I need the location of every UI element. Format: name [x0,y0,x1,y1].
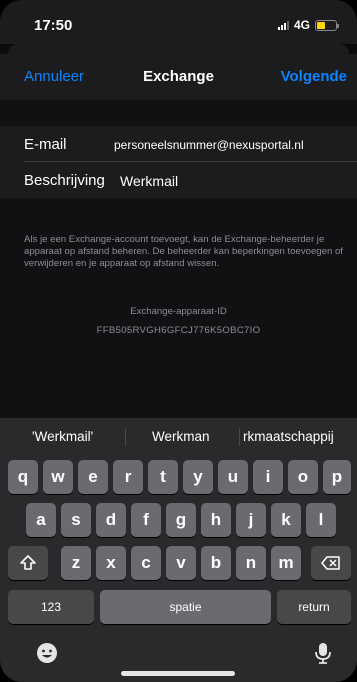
prediction-2[interactable]: Werkman [152,429,210,444]
key-b[interactable]: b [201,546,231,580]
network-label: 4G [293,18,310,32]
return-key[interactable]: return [277,590,351,624]
key-r[interactable]: r [113,460,143,494]
key-y[interactable]: y [183,460,213,494]
key-c[interactable]: c [131,546,161,580]
key-i[interactable]: i [253,460,283,494]
section-spacer [0,100,357,126]
key-w[interactable]: w [43,460,73,494]
key-p[interactable]: p [323,460,351,494]
key-u[interactable]: u [218,460,248,494]
key-g[interactable]: g [166,503,196,537]
key-x[interactable]: x [96,546,126,580]
key-o[interactable]: o [288,460,318,494]
numbers-key[interactable]: 123 [8,590,94,624]
key-z[interactable]: z [61,546,91,580]
account-form: E-mail personeelsnummer@nexusportal.nl B… [0,126,357,198]
key-j[interactable]: j [236,503,266,537]
key-f[interactable]: f [131,503,161,537]
prediction-1[interactable]: 'Werkmail' [32,429,93,444]
home-indicator[interactable] [121,671,235,676]
key-d[interactable]: d [96,503,126,537]
sheet-top-edge [8,44,349,54]
status-bar: 17:50 4G [0,0,357,44]
navigation-bar: Annuleer Exchange Volgende [0,54,357,100]
description-label: Beschrijving [24,172,105,189]
dictation-button[interactable] [310,640,336,666]
key-n[interactable]: n [236,546,266,580]
email-row[interactable]: E-mail personeelsnummer@nexusportal.nl [0,126,357,162]
key-e[interactable]: e [78,460,108,494]
device-id-value: FFB505RVGH6GFCJ776K5OBC7IO [96,325,261,336]
description-row[interactable]: Beschrijving Werkmail [0,162,357,198]
prediction-divider [239,428,240,446]
emoji-icon [37,643,57,663]
next-button[interactable]: Volgende [281,68,347,85]
space-key[interactable]: spatie [100,590,271,624]
delete-key[interactable] [311,546,351,580]
key-l[interactable]: l [306,503,336,537]
key-q[interactable]: q [8,460,38,494]
backspace-icon [321,556,340,570]
key-v[interactable]: v [166,546,196,580]
shift-key[interactable] [8,546,48,580]
status-time: 17:50 [34,17,73,34]
prediction-divider [125,428,126,446]
key-t[interactable]: t [148,460,178,494]
key-h[interactable]: h [201,503,231,537]
info-section: Als je een Exchange-account toevoegt, ka… [0,198,357,418]
exchange-notice: Als je een Exchange-account toevoegt, ka… [24,234,343,269]
description-field[interactable]: Werkmail [120,173,178,189]
key-s[interactable]: s [61,503,91,537]
phone-screen: 17:50 4G Annuleer Exchange Volgende E-ma… [0,0,357,682]
signal-icon [277,20,289,30]
prediction-3[interactable]: rkmaatschappij [243,429,334,444]
key-m[interactable]: m [271,546,301,580]
emoji-button[interactable] [34,640,60,666]
email-label: E-mail [24,136,67,153]
email-field[interactable]: personeelsnummer@nexusportal.nl [114,138,304,152]
device-id-label: Exchange-apparaat-ID [130,306,227,317]
status-indicators: 4G [277,18,339,32]
microphone-icon [315,643,331,664]
battery-icon [315,19,339,31]
key-k[interactable]: k [271,503,301,537]
prediction-bar: 'Werkmail' Werkman rkmaatschappij [0,418,357,456]
shift-icon [20,555,36,570]
key-a[interactable]: a [26,503,56,537]
